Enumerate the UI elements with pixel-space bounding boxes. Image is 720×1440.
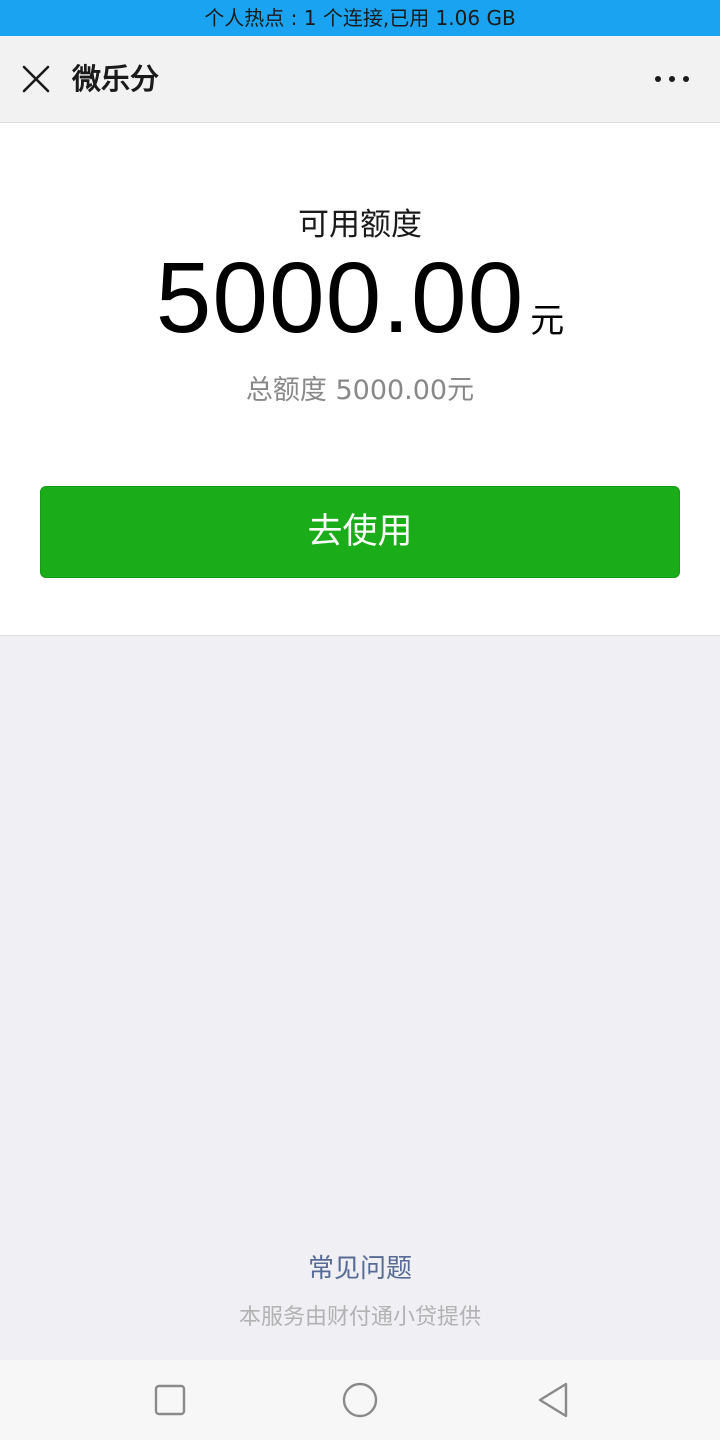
home-button[interactable]: [338, 1378, 382, 1422]
close-button[interactable]: [14, 57, 58, 101]
system-navigation-bar: [0, 1360, 720, 1440]
title-bar: 微乐分: [0, 36, 720, 123]
credit-card: 可用额度 5000.00 元 总额度 5000.00元 去使用: [0, 123, 720, 636]
recent-apps-icon: [154, 1384, 186, 1416]
available-amount: 5000.00: [155, 242, 525, 354]
page-title: 微乐分: [72, 62, 160, 96]
available-amount-row: 5000.00 元: [0, 243, 720, 353]
back-icon: [538, 1382, 568, 1418]
available-credit-label: 可用额度: [298, 207, 422, 243]
close-icon: [22, 65, 50, 93]
more-options-button[interactable]: [650, 57, 694, 101]
recent-apps-button[interactable]: [148, 1378, 192, 1422]
faq-link[interactable]: 常见问题: [0, 1248, 720, 1285]
hotspot-status-text: 个人热点 : 1 个连接,已用 1.06 GB: [204, 6, 516, 30]
available-amount-unit: 元: [530, 301, 565, 341]
more-dots-icon: [655, 76, 689, 82]
back-button[interactable]: [532, 1378, 576, 1422]
use-button[interactable]: 去使用: [40, 486, 680, 578]
hotspot-status-bar[interactable]: 个人热点 : 1 个连接,已用 1.06 GB: [0, 0, 720, 36]
home-icon: [342, 1382, 378, 1418]
total-credit-text: 总额度 5000.00元: [245, 375, 475, 406]
provider-note: 本服务由财付通小贷提供: [238, 1305, 481, 1330]
